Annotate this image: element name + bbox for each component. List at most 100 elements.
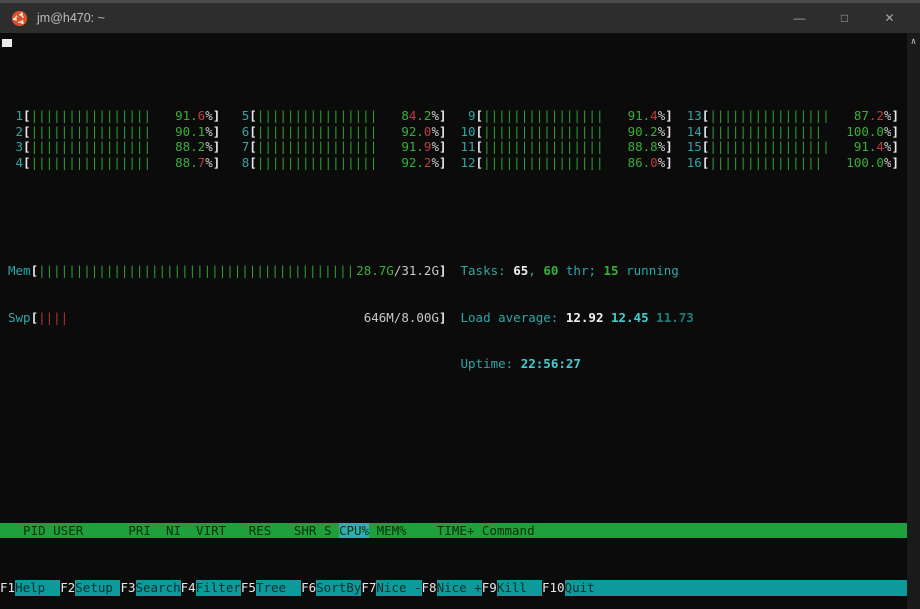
cpu-number: 6 — [241, 123, 250, 139]
function-key-button[interactable]: F3 Search — [120, 580, 181, 596]
meter-open-bracket: [ — [701, 108, 710, 123]
cpu-bar-fill: |||||||||||||||| — [30, 123, 151, 139]
threads-count: 60 — [543, 263, 559, 278]
column-header[interactable]: SHR — [279, 523, 317, 538]
cpu-pct-red: 2 — [423, 154, 432, 170]
cpu-bar-fill: |||||||||||||||| — [709, 108, 830, 123]
htop-screen: 1 [ |||||||||||||||| 91. 6 % ] 2 [|||||… — [0, 33, 907, 609]
cpu-bar-fill: |||||||||||||||| — [256, 123, 378, 139]
function-key-button[interactable]: F1 Help — [0, 580, 61, 596]
mem-used: 28.7G — [356, 263, 394, 278]
function-key-button[interactable]: F7 Nice - — [361, 580, 422, 596]
fkey-label: Kill — [496, 580, 542, 596]
meter-open-bracket: [ — [23, 123, 31, 139]
column-header[interactable]: TIME+ — [414, 523, 475, 538]
meter-close-bracket: ] — [212, 154, 221, 170]
cpu-number: 14 — [686, 123, 702, 139]
swp-bar-fill: |||| — [38, 309, 69, 325]
column-header[interactable]: VIRT — [189, 523, 226, 538]
meter-open-bracket: [ — [701, 139, 710, 154]
memory-meters: Mem [ ||||||||||||||||||||||||||||||||||… — [8, 232, 447, 403]
terminal-body: 1 [ |||||||||||||||| 91. 6 % ] 2 [|||||… — [0, 33, 920, 609]
column-header[interactable]: PID — [8, 523, 46, 538]
cpu-bar-fill: |||||||||||||||| — [256, 108, 378, 123]
fkey-label: Tree — [255, 580, 302, 596]
function-key-bar: F1 Help F2 Setup F3 Search F4 Filter F5 … — [0, 580, 907, 596]
cpu-meter: 3 [ |||||||||||||||| 88.2 % ] — [8, 139, 221, 155]
cpu-meter: 1 [ |||||||||||||||| 91. 6 % ] — [8, 108, 221, 124]
percent-sign: % — [431, 123, 439, 139]
fkey-label: Nice + — [436, 580, 482, 596]
cpu-pct: 100.0 — [846, 123, 884, 139]
cpu-pct: 100.0 — [846, 154, 884, 170]
tasks-count: 65 — [513, 263, 529, 278]
column-header[interactable]: Command — [482, 523, 907, 538]
cpu-pct: 91. — [627, 108, 651, 123]
function-key-button[interactable]: F9 Kill — [481, 580, 542, 596]
fkey-number: F7 — [361, 580, 377, 596]
fkey-label: SortBy — [316, 580, 362, 596]
cpu-pct: 90.2 — [627, 123, 658, 139]
cpu-number: 12 — [460, 154, 476, 170]
column-header[interactable]: USER — [53, 523, 121, 538]
meter-close-bracket: ] — [212, 123, 221, 139]
uptime-line: Uptime: 22:56:27 — [460, 356, 581, 371]
column-header[interactable]: RES — [234, 523, 272, 538]
cpu-number: 16 — [686, 154, 702, 170]
fkey-number: F1 — [0, 580, 16, 596]
meter-open-bracket: [ — [249, 154, 257, 170]
percent-sign: % — [883, 139, 892, 154]
cpu-meter: 8 [ |||||||||||||||| 92. 2 % ] — [234, 154, 447, 171]
cpu-pct-red: 0 — [423, 123, 432, 139]
cpu-number: 3 — [15, 139, 24, 154]
cpu-pct: 88.8 — [627, 139, 658, 154]
function-key-button[interactable]: F8 Nice + — [421, 580, 482, 596]
maximize-icon: □ — [840, 11, 849, 25]
fkey-label: Quit — [564, 580, 595, 596]
meter-close-bracket: ] — [438, 154, 447, 170]
cpu-pct: 91. — [401, 139, 424, 154]
cpu-number: 10 — [460, 123, 476, 139]
fkey-number: F4 — [180, 580, 196, 596]
window-title: jm@h470: ~ — [37, 11, 105, 25]
column-header[interactable]: CPU% — [338, 522, 370, 538]
cpu-pct-red: 0 — [650, 154, 658, 170]
fkey-label: Nice - — [376, 580, 422, 596]
cpu-number: 5 — [241, 108, 250, 123]
function-key-button[interactable]: F2 Setup — [60, 580, 121, 596]
function-key-button[interactable]: F10 Quit — [541, 580, 595, 596]
mem-bar-fill: ||||||||||||||||||||||||||||||||||||||||… — [38, 263, 355, 278]
cpu-bar-fill: |||||||||||||||| — [483, 139, 604, 154]
meter-close-bracket: ] — [891, 139, 899, 154]
meter-open-bracket: [ — [475, 139, 484, 154]
function-key-button[interactable]: F5 Tree — [240, 580, 302, 596]
column-header[interactable]: MEM% — [377, 523, 407, 538]
close-button[interactable]: ✕ — [867, 3, 912, 33]
fkey-number: F8 — [421, 580, 437, 596]
minimize-button[interactable]: — — [777, 3, 822, 33]
column-header[interactable]: PRI — [128, 523, 151, 538]
cpu-pct: 92. — [401, 154, 424, 170]
column-header[interactable]: S — [324, 523, 332, 538]
summary-block: Tasks: 65, 60 thr; 15 running Load avera… — [461, 232, 900, 403]
meter-close-bracket: ] — [665, 123, 673, 139]
cpu-bar-fill: |||||||||||||||| — [30, 108, 151, 123]
table-header-row: PID USER PRI NI VIRT RES SHR S CPU% MEM%… — [0, 522, 907, 538]
column-header[interactable]: NI — [158, 523, 181, 538]
scroll-up-icon[interactable]: ∧ — [907, 35, 920, 49]
cpu-meter: 13 [ |||||||||||||||| 87 .2 % ] — [687, 108, 899, 124]
cpu-meter: 14 [ ||||||||||||||| 100.0 % ] — [687, 124, 899, 140]
load-average-line: Load average: 12.92 12.45 11.73 — [460, 309, 694, 325]
cpu-number: 15 — [686, 139, 702, 154]
cpu-pct: 87 — [853, 108, 869, 123]
function-key-button[interactable]: F4 Filter — [180, 580, 241, 596]
fkey-label: Setup — [75, 580, 121, 596]
scrollbar[interactable]: ∧ — [907, 33, 920, 609]
maximize-button[interactable]: □ — [822, 3, 867, 33]
cpu-meter: 9 [ |||||||||||||||| 91. 4 % ] — [461, 108, 673, 124]
fkey-number: F3 — [120, 580, 136, 596]
cpu-bar-fill: |||||||||||||||| — [483, 123, 604, 139]
meter-open-bracket: [ — [23, 108, 31, 123]
percent-sign: % — [883, 154, 892, 170]
function-key-button[interactable]: F6 SortBy — [301, 580, 362, 596]
